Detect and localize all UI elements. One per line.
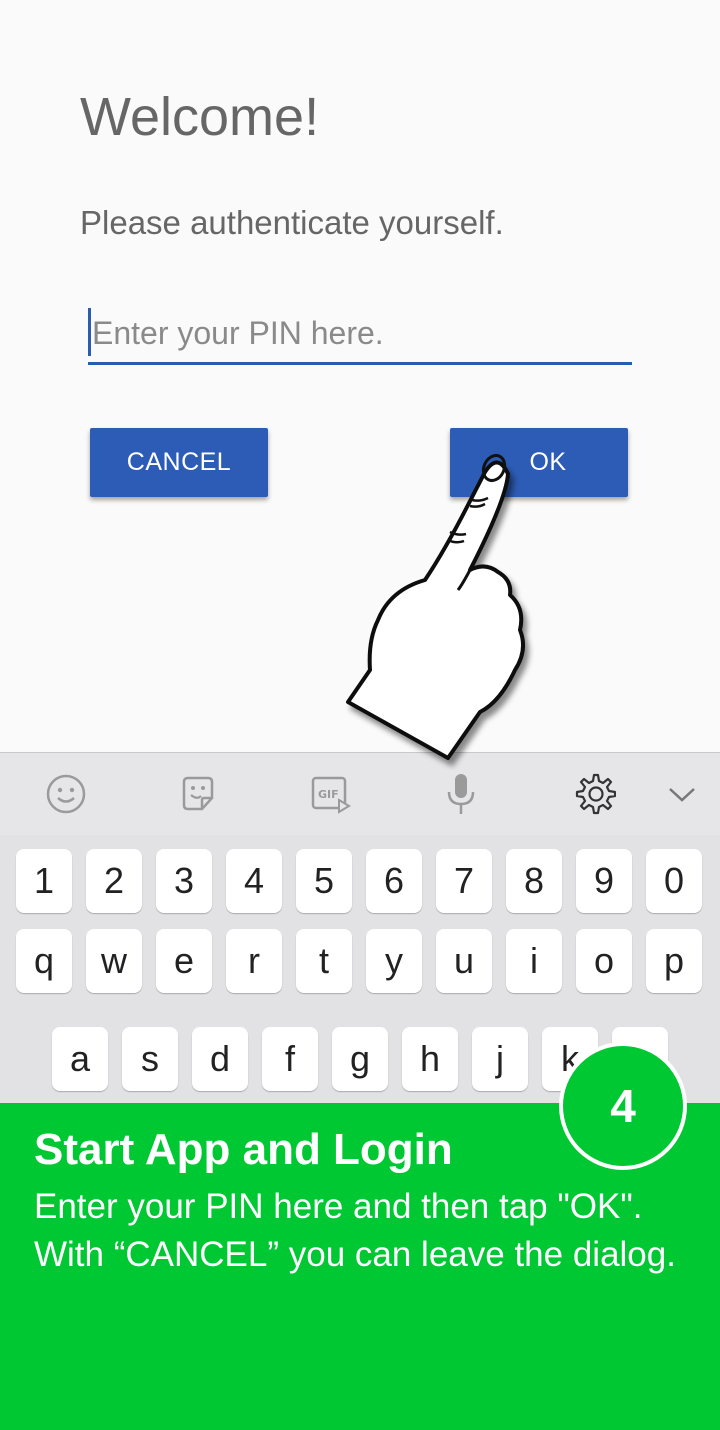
key-d[interactable]: d	[192, 1027, 248, 1091]
key-q[interactable]: q	[16, 929, 72, 993]
key-5[interactable]: 5	[296, 849, 352, 913]
sticker-icon[interactable]	[175, 771, 221, 817]
key-f[interactable]: f	[262, 1027, 318, 1091]
key-g[interactable]: g	[332, 1027, 388, 1091]
key-3[interactable]: 3	[156, 849, 212, 913]
key-7[interactable]: 7	[436, 849, 492, 913]
key-p[interactable]: p	[646, 929, 702, 993]
microphone-icon[interactable]	[438, 771, 484, 817]
key-0[interactable]: 0	[646, 849, 702, 913]
svg-text:GIF: GIF	[318, 788, 339, 801]
step-number-badge: 4	[559, 1042, 687, 1170]
key-y[interactable]: y	[366, 929, 422, 993]
banner-body: Enter your PIN here and then tap "OK". W…	[34, 1187, 676, 1274]
cancel-button[interactable]: CANCEL	[90, 428, 268, 497]
key-e[interactable]: e	[156, 929, 212, 993]
gif-icon[interactable]: GIF	[307, 771, 353, 817]
pin-input[interactable]	[92, 304, 628, 362]
key-i[interactable]: i	[506, 929, 562, 993]
key-h[interactable]: h	[402, 1027, 458, 1091]
key-s[interactable]: s	[122, 1027, 178, 1091]
pin-field[interactable]	[88, 304, 632, 365]
key-9[interactable]: 9	[576, 849, 632, 913]
collapse-keyboard-icon[interactable]	[659, 771, 705, 817]
key-u[interactable]: u	[436, 929, 492, 993]
key-8[interactable]: 8	[506, 849, 562, 913]
key-a[interactable]: a	[52, 1027, 108, 1091]
app-screen: Welcome! Please authenticate yourself. C…	[0, 0, 720, 1430]
text-cursor	[88, 308, 91, 356]
dialog-title: Welcome!	[80, 87, 320, 147]
dialog-subtitle: Please authenticate yourself.	[80, 204, 504, 241]
banner-title: Start App and Login	[34, 1125, 453, 1174]
key-4[interactable]: 4	[226, 849, 282, 913]
key-w[interactable]: w	[86, 929, 142, 993]
key-1[interactable]: 1	[16, 849, 72, 913]
settings-icon[interactable]	[571, 771, 617, 817]
key-2[interactable]: 2	[86, 849, 142, 913]
tap-hand-icon	[346, 453, 526, 760]
emoji-icon[interactable]	[43, 771, 89, 817]
key-t[interactable]: t	[296, 929, 352, 993]
key-6[interactable]: 6	[366, 849, 422, 913]
key-j[interactable]: j	[472, 1027, 528, 1091]
key-r[interactable]: r	[226, 929, 282, 993]
key-o[interactable]: o	[576, 929, 632, 993]
